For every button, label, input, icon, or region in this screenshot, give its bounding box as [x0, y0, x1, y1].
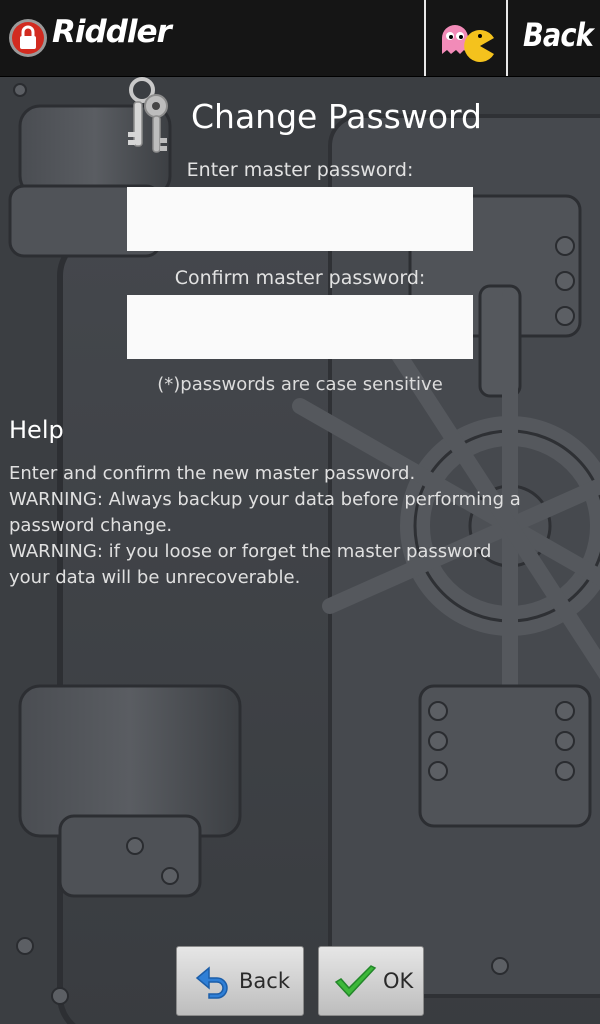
- pacman-ghost-icon: [442, 25, 494, 62]
- back-button-label: Back: [239, 969, 290, 993]
- case-sensitive-hint: (*)passwords are case sensitive: [157, 374, 443, 395]
- checkmark-icon: [334, 965, 377, 998]
- help-line: your data will be unrecoverable.: [9, 567, 301, 588]
- top-bar: Riddler Back: [0, 0, 600, 77]
- help-line: Enter and confirm the new master passwor…: [9, 463, 416, 484]
- game-button[interactable]: [427, 0, 506, 76]
- help-line: WARNING: if you loose or forget the mast…: [9, 541, 492, 562]
- enter-password-label: Enter master password:: [186, 159, 414, 181]
- confirm-password-field[interactable]: [127, 295, 473, 359]
- help-line: WARNING: Always backup your data before …: [9, 489, 521, 510]
- master-password-field[interactable]: [127, 187, 473, 251]
- help-text: Enter and confirm the new master passwor…: [9, 461, 599, 591]
- app-title: Riddler: [52, 14, 172, 50]
- topbar-divider: [424, 0, 426, 76]
- top-back-button[interactable]: Back: [509, 0, 600, 76]
- back-button[interactable]: Back: [176, 946, 304, 1016]
- lock-logo-icon: [9, 19, 47, 57]
- confirm-password-label: Confirm master password:: [174, 267, 426, 289]
- ok-button[interactable]: OK: [318, 946, 424, 1016]
- help-line: password change.: [9, 515, 173, 536]
- back-arrow-icon: [195, 966, 228, 999]
- ok-button-label: OK: [383, 969, 414, 993]
- help-heading: Help: [9, 416, 64, 444]
- page-title: Change Password: [191, 97, 482, 136]
- top-back-label: Back: [523, 16, 594, 54]
- topbar-divider: [506, 0, 508, 76]
- keys-icon: [128, 77, 168, 153]
